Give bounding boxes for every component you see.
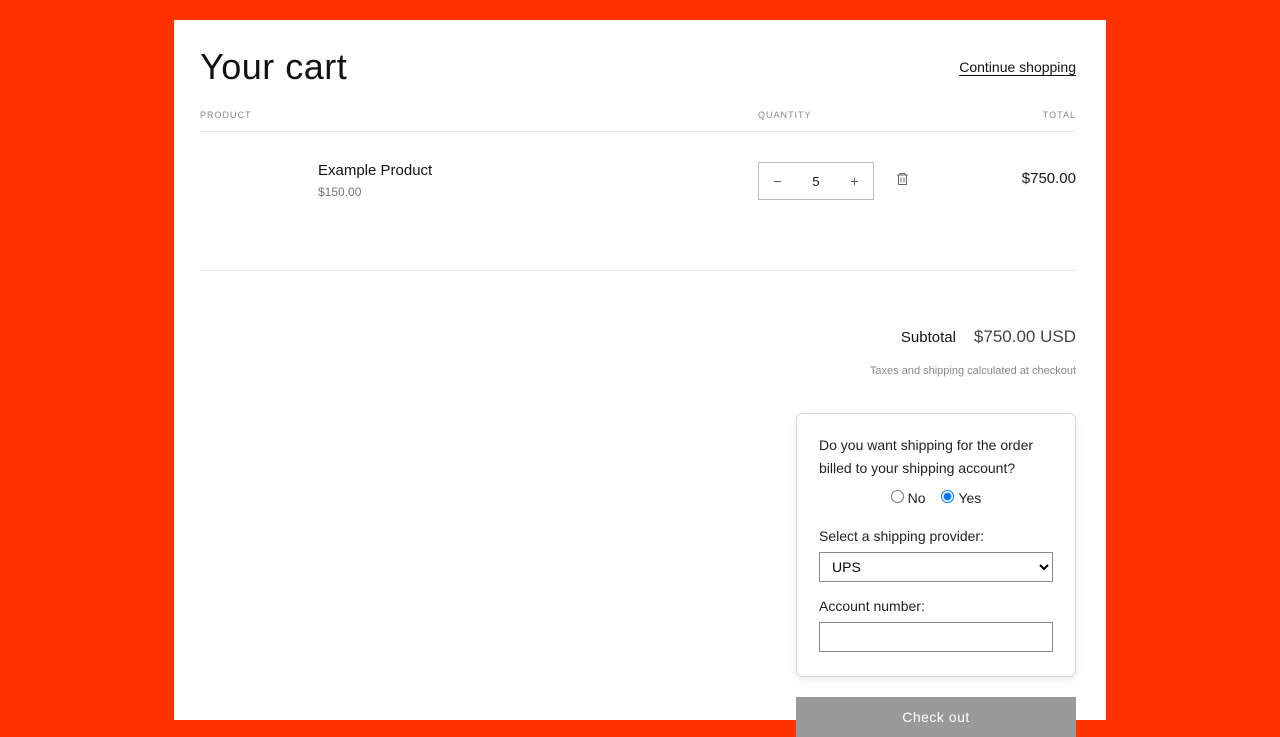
checkout-button[interactable]: Check out (796, 697, 1076, 737)
subtotal-value: $750.00 USD (974, 327, 1076, 347)
line-item-total: $750.00 (988, 162, 1076, 187)
header-row: Your cart Continue shopping (200, 46, 1076, 88)
column-header-total: TOTAL (988, 110, 1076, 120)
radio-no[interactable] (891, 490, 904, 503)
account-number-label: Account number: (819, 598, 1053, 614)
subtotal-row: Subtotal $750.00 USD (796, 327, 1076, 347)
column-header-quantity: QUANTITY (758, 110, 988, 120)
radio-no-label[interactable]: No (891, 490, 926, 506)
quantity-value[interactable]: 5 (796, 174, 836, 189)
quantity-decrease-button[interactable]: − (759, 163, 796, 199)
shipping-radio-group: No Yes (819, 490, 1053, 506)
quantity-increase-button[interactable]: + (836, 163, 873, 199)
remove-item-button[interactable] (896, 172, 909, 191)
column-header-product: PRODUCT (200, 110, 758, 120)
product-name: Example Product (318, 162, 758, 179)
account-number-input[interactable] (819, 622, 1053, 652)
shipping-provider-select[interactable]: UPS (819, 552, 1053, 582)
radio-yes-label[interactable]: Yes (941, 490, 981, 506)
column-header-row: PRODUCT QUANTITY TOTAL (200, 110, 1076, 132)
product-info: Example Product $150.00 (296, 162, 758, 199)
radio-yes-text: Yes (958, 490, 981, 506)
order-summary: Subtotal $750.00 USD Taxes and shipping … (796, 327, 1076, 737)
product-thumbnail (200, 162, 296, 230)
radio-yes[interactable] (941, 490, 954, 503)
provider-label: Select a shipping provider: (819, 528, 1053, 544)
page-title: Your cart (200, 46, 347, 88)
cart-page: Your cart Continue shopping PRODUCT QUAN… (174, 20, 1106, 720)
quantity-cell: − 5 + (758, 162, 988, 200)
product-unit-price: $150.00 (318, 185, 758, 199)
tax-shipping-note: Taxes and shipping calculated at checkou… (796, 365, 1076, 377)
trash-icon (896, 172, 909, 186)
subtotal-label: Subtotal (901, 329, 956, 346)
shipping-question: Do you want shipping for the order bille… (819, 434, 1053, 480)
shipping-billing-card: Do you want shipping for the order bille… (796, 413, 1076, 677)
quantity-stepper: − 5 + (758, 162, 874, 200)
continue-shopping-link[interactable]: Continue shopping (959, 59, 1076, 75)
cart-line-item: Example Product $150.00 − 5 + $750.00 (200, 132, 1076, 271)
radio-no-text: No (908, 490, 926, 506)
